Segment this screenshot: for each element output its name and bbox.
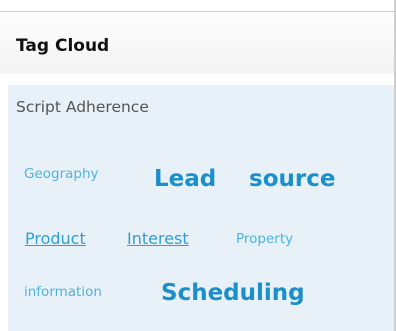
- header-gap: [0, 74, 396, 85]
- script-adherence-label: Script Adherence: [16, 98, 149, 116]
- tag-property[interactable]: Property: [236, 231, 293, 247]
- tag-cloud-panel: Script Adherence Geography Lead source P…: [8, 85, 396, 331]
- widget-title: Tag Cloud: [16, 36, 110, 56]
- tag-interest[interactable]: Interest: [127, 229, 189, 248]
- tag-product[interactable]: Product: [25, 229, 86, 248]
- tag-scheduling[interactable]: Scheduling: [161, 280, 305, 306]
- tag-geography[interactable]: Geography: [24, 166, 99, 182]
- tag-information[interactable]: information: [24, 284, 102, 300]
- tag-source[interactable]: source: [249, 166, 335, 192]
- tag-cloud-widget: Tag Cloud Script Adherence Geography Lea…: [0, 0, 396, 331]
- tag-lead[interactable]: Lead: [154, 166, 216, 192]
- top-strip: [0, 0, 396, 11]
